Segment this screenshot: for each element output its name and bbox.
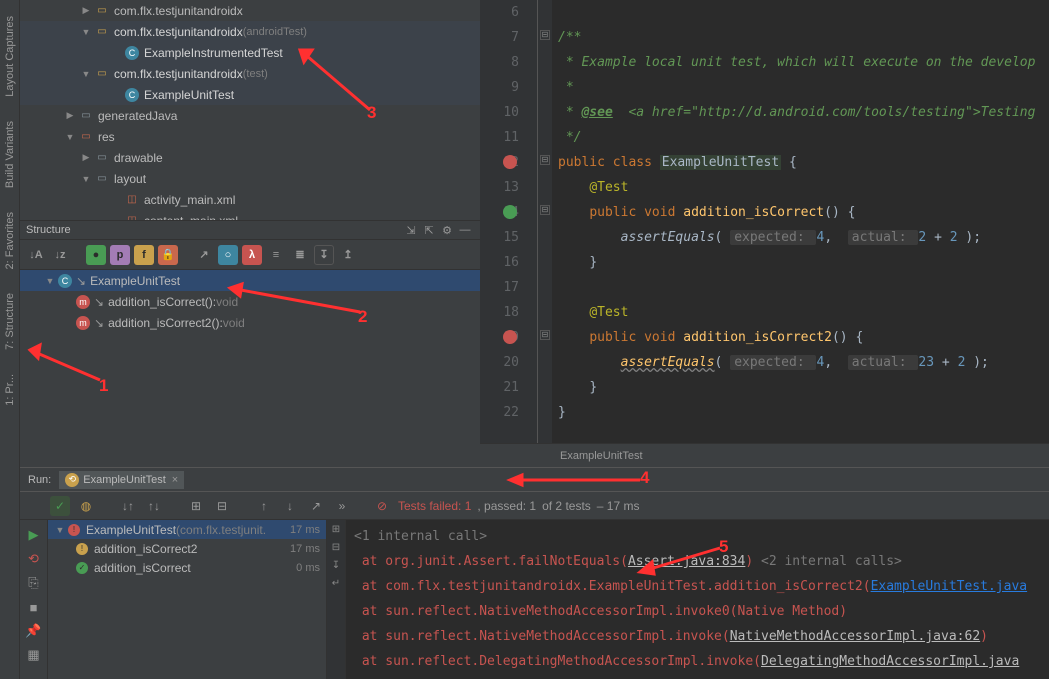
run-tab[interactable]: ⟲ ExampleUnitTest × (59, 471, 184, 489)
autoscroll-to-icon[interactable]: ↧ (314, 245, 334, 265)
minus-icon[interactable]: ⊟ (329, 542, 343, 556)
expand-icon[interactable]: ⊞ (186, 496, 206, 516)
tab-favorites[interactable]: 2: Favorites (2, 208, 18, 273)
more-icon[interactable]: » (332, 496, 352, 516)
filter-fields-icon[interactable]: p (110, 245, 130, 265)
project-tree[interactable]: ▶▭com.flx.testjunitandroidx▼▭com.flx.tes… (20, 0, 480, 220)
sort-icon[interactable]: ↓↑ (118, 496, 138, 516)
structure-title: Structure (26, 224, 402, 236)
structure-row[interactable]: m↘addition_isCorrect2(): void (20, 312, 480, 333)
show-inherited-icon[interactable]: ↗ (194, 245, 214, 265)
fold-column: ⊟⊟⊟⊟ (538, 0, 552, 443)
tree-row[interactable]: ▼▭res (20, 126, 480, 147)
code-area[interactable]: /** * Example local unit test, which wil… (552, 0, 1049, 443)
tree-row[interactable]: ◫activity_main.xml (20, 189, 480, 210)
stop-icon[interactable]: ■ (25, 598, 43, 616)
run-toolbar: ✓ ◍ ↓↑ ↑↓ ⊞ ⊟ ↑ ↓ ↗ » ⊘ Tests failed: 1 … (20, 492, 1049, 520)
wrap-icon[interactable]: ↵ (329, 578, 343, 592)
filter-public-icon[interactable]: ● (86, 245, 106, 265)
tab-structure[interactable]: 7: Structure (2, 289, 18, 354)
test-result-row[interactable]: !addition_isCorrect217 ms (48, 539, 326, 558)
tree-row[interactable]: CExampleUnitTest (20, 84, 480, 105)
minimize-icon[interactable]: — (456, 221, 474, 239)
error-icon: ⊘ (372, 496, 392, 516)
sort-az-icon[interactable]: ↓A (26, 245, 46, 265)
tree-row[interactable]: ▶▭drawable (20, 147, 480, 168)
collapse-all-icon[interactable]: ≣ (290, 245, 310, 265)
export-icon[interactable]: ↗ (306, 496, 326, 516)
show-ignored-icon[interactable]: ◍ (76, 496, 96, 516)
run-tab-bar: Run: ⟲ ExampleUnitTest × (20, 467, 1049, 492)
tree-row[interactable]: ▼▭com.flx.testjunitandroidx (test) (20, 63, 480, 84)
code-editor[interactable]: 678910111213141516171819202122 ⊟⊟⊟⊟ /** … (480, 0, 1049, 443)
run-actions: ▶ ⟲ ⎘ ■ 📌 ▦ (20, 520, 48, 679)
expand-all-icon[interactable]: ≡ (266, 245, 286, 265)
autoscroll-from-icon[interactable]: ↥ (338, 245, 358, 265)
test-result-row[interactable]: ✓addition_isCorrect0 ms (48, 558, 326, 577)
rerun-failed-icon[interactable]: ⟲ (25, 550, 43, 568)
pin-icon[interactable]: 📌 (25, 622, 43, 640)
test-icon: ⟲ (65, 473, 79, 487)
tab-project[interactable]: 1: Pr... (2, 370, 18, 410)
test-results-tree[interactable]: ▼!ExampleUnitTest (com.flx.testjunit.17 … (48, 520, 326, 679)
tests-failed-label: Tests failed: 1 (398, 499, 471, 513)
plus-icon[interactable]: ⊞ (329, 524, 343, 538)
tab-layout-captures[interactable]: Layout Captures (2, 12, 18, 101)
tree-row[interactable]: CExampleInstrumentedTest (20, 42, 480, 63)
line-gutter: 678910111213141516171819202122 (480, 0, 538, 443)
breadcrumb[interactable]: ExampleUnitTest (480, 443, 1049, 467)
structure-tree[interactable]: ▼C↘ExampleUnitTestm↘addition_isCorrect()… (20, 270, 480, 468)
filter-anon-icon[interactable]: λ (242, 245, 262, 265)
rerun-icon[interactable]: ▶ (25, 526, 43, 544)
tree-row[interactable]: ▶▭generatedJava (20, 105, 480, 126)
filter-class-icon[interactable]: ○ (218, 245, 238, 265)
sort-type-icon[interactable]: ↓z (50, 245, 70, 265)
structure-row[interactable]: m↘addition_isCorrect(): void (20, 291, 480, 312)
test-result-row[interactable]: ▼!ExampleUnitTest (com.flx.testjunit.17 … (48, 520, 326, 539)
tree-row[interactable]: ▶▭com.flx.testjunitandroidx (20, 0, 480, 21)
tree-row[interactable]: ▼▭layout (20, 168, 480, 189)
tab-build-variants[interactable]: Build Variants (2, 117, 18, 192)
close-icon[interactable]: × (172, 474, 178, 486)
gear-icon[interactable]: ⚙ (438, 221, 456, 239)
structure-header: Structure ⇲ ⇱ ⚙ — (20, 220, 480, 240)
structure-collapse-icon[interactable]: ⇱ (420, 221, 438, 239)
tool-window-bar: Layout Captures Build Variants 2: Favori… (0, 0, 20, 679)
filter-methods-icon[interactable]: f (134, 245, 154, 265)
clear-icon[interactable]: ↧ (329, 560, 343, 574)
console-gutter: ⊞ ⊟ ↧ ↵ (326, 520, 346, 679)
tree-row[interactable]: ▼▭com.flx.testjunitandroidx (androidTest… (20, 21, 480, 42)
sort2-icon[interactable]: ↑↓ (144, 496, 164, 516)
collapse-icon[interactable]: ⊟ (212, 496, 232, 516)
layout-icon[interactable]: ▦ (25, 646, 43, 664)
toggle-auto-icon[interactable]: ⎘ (25, 574, 43, 592)
run-label: Run: (28, 474, 51, 486)
filter-private-icon[interactable]: 🔒 (158, 245, 178, 265)
structure-expand-icon[interactable]: ⇲ (402, 221, 420, 239)
down-icon[interactable]: ↓ (280, 496, 300, 516)
structure-row[interactable]: ▼C↘ExampleUnitTest (20, 270, 480, 291)
console-output[interactable]: <1 internal call> at org.junit.Assert.fa… (346, 520, 1049, 679)
structure-toolbar: ↓A ↓z ● p f 🔒 ↗ ○ λ ≡ ≣ ↧ ↥ (20, 240, 480, 270)
up-icon[interactable]: ↑ (254, 496, 274, 516)
show-passed-icon[interactable]: ✓ (50, 496, 70, 516)
tree-row[interactable]: ◫content_main.xml (20, 210, 480, 220)
